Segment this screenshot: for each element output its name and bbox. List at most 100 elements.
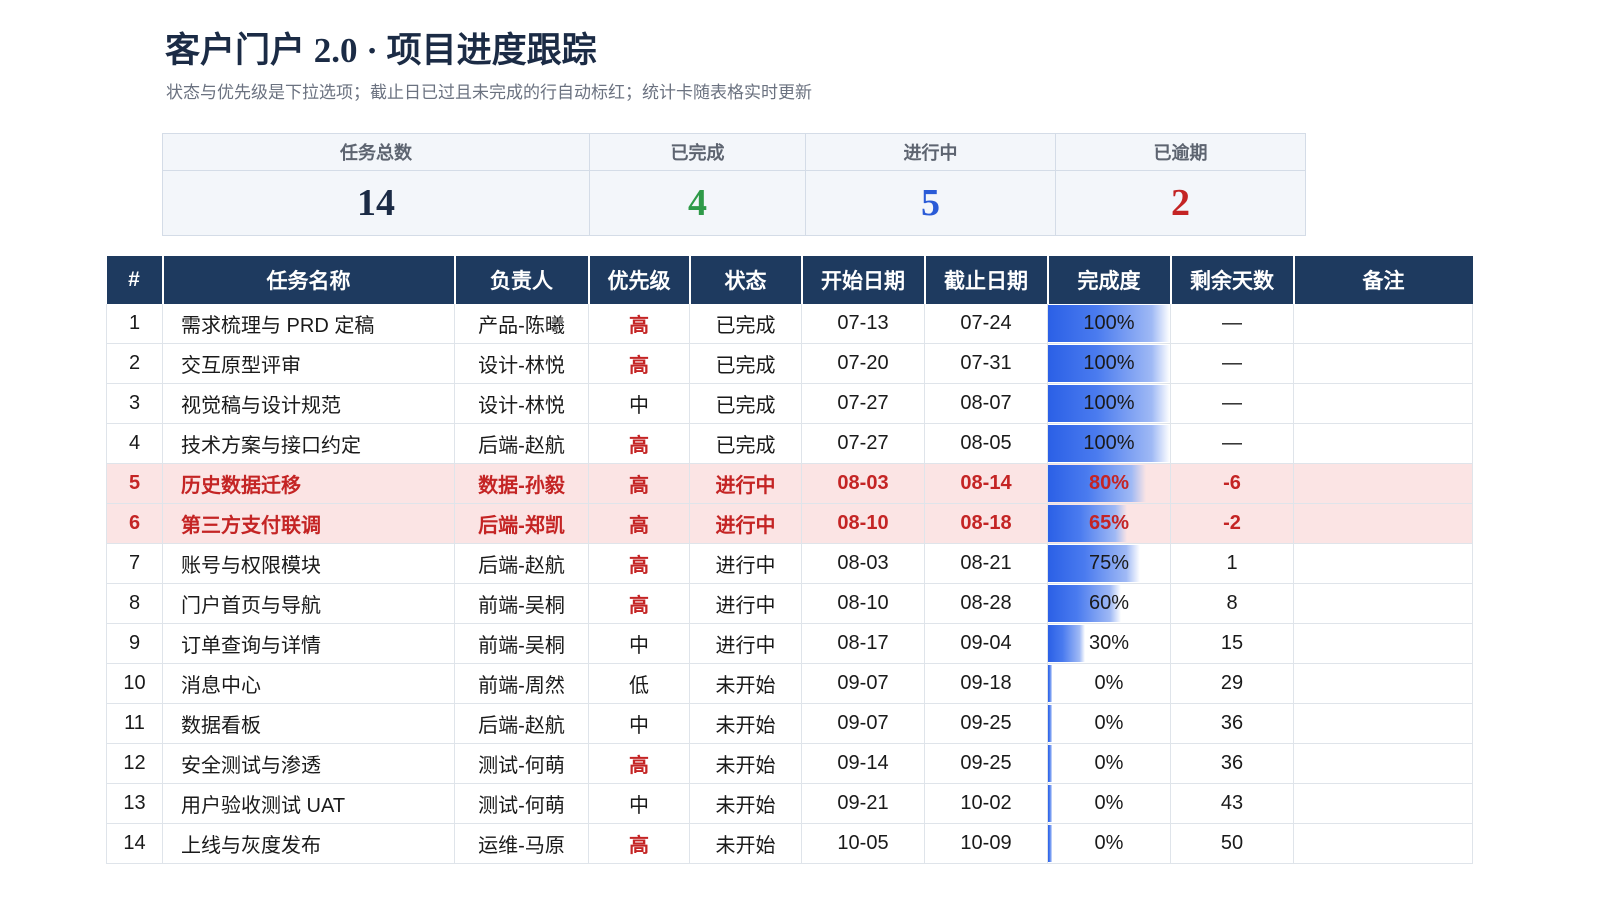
table-row[interactable]: 10 消息中心 前端-周然低未开始 09-07 09-18 0% 29 [106, 663, 1473, 704]
cell-status-select[interactable]: 已完成 [689, 423, 802, 464]
cell-index[interactable]: 6 [106, 503, 163, 544]
table-row[interactable]: 12 安全测试与渗透 测试-何萌高未开始 09-14 09-25 0% 36 [106, 743, 1473, 784]
table-row[interactable]: 6 第三方支付联调 后端-郑凯高进行中 08-10 08-18 65% -2 [106, 503, 1473, 544]
cell-task-name[interactable]: 消息中心 [162, 663, 455, 704]
cell-index[interactable]: 7 [106, 543, 163, 584]
cell-progress[interactable]: 80% [1047, 463, 1171, 504]
cell-priority-select[interactable]: 高 [588, 343, 690, 384]
cell-due-date[interactable]: 08-07 [924, 383, 1048, 424]
cell-progress[interactable]: 100% [1047, 343, 1171, 384]
table-row[interactable]: 8 门户首页与导航 前端-吴桐高进行中 08-10 08-28 60% 8 [106, 583, 1473, 624]
cell-status-select[interactable]: 进行中 [689, 463, 802, 504]
cell-priority-select[interactable]: 高 [588, 503, 690, 544]
cell-owner[interactable]: 产品-陈曦 [454, 304, 589, 344]
cell-owner[interactable]: 前端-吴桐 [454, 583, 589, 624]
cell-due-date[interactable]: 09-18 [924, 663, 1048, 704]
cell-progress[interactable]: 100% [1047, 383, 1171, 424]
table-row[interactable]: 13 用户验收测试 UAT 测试-何萌中未开始 09-21 10-02 0% 43 [106, 783, 1473, 824]
cell-due-date[interactable]: 08-21 [924, 543, 1048, 584]
cell-note[interactable] [1293, 383, 1473, 424]
cell-owner[interactable]: 设计-林悦 [454, 383, 589, 424]
cell-remaining-days[interactable]: — [1170, 383, 1294, 424]
cell-task-name[interactable]: 安全测试与渗透 [162, 743, 455, 784]
column-header-priority[interactable]: 优先级 [587, 256, 690, 304]
table-row[interactable]: 2 交互原型评审 设计-林悦高已完成 07-20 07-31 100% — [106, 343, 1473, 384]
cell-task-name[interactable]: 交互原型评审 [162, 343, 455, 384]
cell-note[interactable] [1293, 543, 1473, 584]
cell-priority-select[interactable]: 高 [588, 743, 690, 784]
cell-priority-select[interactable]: 高 [588, 304, 690, 344]
cell-status-select[interactable]: 已完成 [689, 304, 802, 344]
cell-due-date[interactable]: 08-05 [924, 423, 1048, 464]
cell-start-date[interactable]: 08-10 [801, 583, 925, 624]
cell-status-select[interactable]: 未开始 [689, 703, 802, 744]
cell-progress[interactable]: 0% [1047, 823, 1171, 864]
cell-start-date[interactable]: 08-17 [801, 623, 925, 664]
cell-task-name[interactable]: 上线与灰度发布 [162, 823, 455, 864]
cell-task-name[interactable]: 第三方支付联调 [162, 503, 455, 544]
cell-owner[interactable]: 后端-赵航 [454, 423, 589, 464]
cell-due-date[interactable]: 07-31 [924, 343, 1048, 384]
cell-progress[interactable]: 100% [1047, 304, 1171, 344]
cell-index[interactable]: 3 [106, 383, 163, 424]
cell-priority-select[interactable]: 高 [588, 823, 690, 864]
cell-status-select[interactable]: 已完成 [689, 383, 802, 424]
table-row[interactable]: 1 需求梳理与 PRD 定稿 产品-陈曦高已完成 07-13 07-24 100% — [106, 304, 1473, 344]
cell-due-date[interactable]: 09-04 [924, 623, 1048, 664]
cell-start-date[interactable]: 08-03 [801, 543, 925, 584]
cell-priority-select[interactable]: 高 [588, 463, 690, 504]
cell-start-date[interactable]: 07-13 [801, 304, 925, 344]
cell-task-name[interactable]: 用户验收测试 UAT [162, 783, 455, 824]
cell-due-date[interactable]: 10-09 [924, 823, 1048, 864]
cell-task-name[interactable]: 账号与权限模块 [162, 543, 455, 584]
cell-index[interactable]: 4 [106, 423, 163, 464]
cell-status-select[interactable]: 未开始 [689, 823, 802, 864]
cell-progress[interactable]: 100% [1047, 423, 1171, 464]
cell-note[interactable] [1293, 463, 1473, 504]
table-row[interactable]: 5 历史数据迁移 数据-孙毅高进行中 08-03 08-14 80% -6 [106, 463, 1473, 504]
column-header-owner[interactable]: 负责人 [453, 256, 589, 304]
cell-note[interactable] [1293, 623, 1473, 664]
cell-start-date[interactable]: 10-05 [801, 823, 925, 864]
cell-progress[interactable]: 0% [1047, 743, 1171, 784]
cell-status-select[interactable]: 进行中 [689, 583, 802, 624]
cell-status-select[interactable]: 已完成 [689, 343, 802, 384]
cell-status-select[interactable]: 进行中 [689, 543, 802, 584]
cell-index[interactable]: 11 [106, 703, 163, 744]
cell-index[interactable]: 2 [106, 343, 163, 384]
cell-remaining-days[interactable]: 29 [1170, 663, 1294, 704]
column-header-index[interactable]: # [106, 256, 163, 304]
cell-start-date[interactable]: 07-27 [801, 423, 925, 464]
column-header-status[interactable]: 状态 [688, 256, 802, 304]
cell-remaining-days[interactable]: -6 [1170, 463, 1294, 504]
cell-due-date[interactable]: 08-14 [924, 463, 1048, 504]
cell-note[interactable] [1293, 343, 1473, 384]
cell-owner[interactable]: 后端-郑凯 [454, 503, 589, 544]
cell-owner[interactable]: 测试-何萌 [454, 743, 589, 784]
cell-index[interactable]: 9 [106, 623, 163, 664]
cell-progress[interactable]: 60% [1047, 583, 1171, 624]
cell-start-date[interactable]: 09-14 [801, 743, 925, 784]
table-row[interactable]: 7 账号与权限模块 后端-赵航高进行中 08-03 08-21 75% 1 [106, 543, 1473, 584]
cell-due-date[interactable]: 08-18 [924, 503, 1048, 544]
cell-remaining-days[interactable]: — [1170, 343, 1294, 384]
cell-status-select[interactable]: 进行中 [689, 503, 802, 544]
cell-index[interactable]: 13 [106, 783, 163, 824]
table-row[interactable]: 3 视觉稿与设计规范 设计-林悦中已完成 07-27 08-07 100% — [106, 383, 1473, 424]
column-header-progress[interactable]: 完成度 [1046, 256, 1171, 304]
cell-start-date[interactable]: 08-10 [801, 503, 925, 544]
cell-due-date[interactable]: 08-28 [924, 583, 1048, 624]
cell-progress[interactable]: 0% [1047, 663, 1171, 704]
cell-progress[interactable]: 75% [1047, 543, 1171, 584]
cell-owner[interactable]: 前端-吴桐 [454, 623, 589, 664]
cell-task-name[interactable]: 订单查询与详情 [162, 623, 455, 664]
cell-index[interactable]: 5 [106, 463, 163, 504]
cell-remaining-days[interactable]: — [1170, 423, 1294, 464]
cell-priority-select[interactable]: 中 [588, 783, 690, 824]
cell-owner[interactable]: 前端-周然 [454, 663, 589, 704]
table-row[interactable]: 11 数据看板 后端-赵航中未开始 09-07 09-25 0% 36 [106, 703, 1473, 744]
cell-note[interactable] [1293, 823, 1473, 864]
cell-index[interactable]: 8 [106, 583, 163, 624]
cell-remaining-days[interactable]: -2 [1170, 503, 1294, 544]
cell-status-select[interactable]: 未开始 [689, 783, 802, 824]
